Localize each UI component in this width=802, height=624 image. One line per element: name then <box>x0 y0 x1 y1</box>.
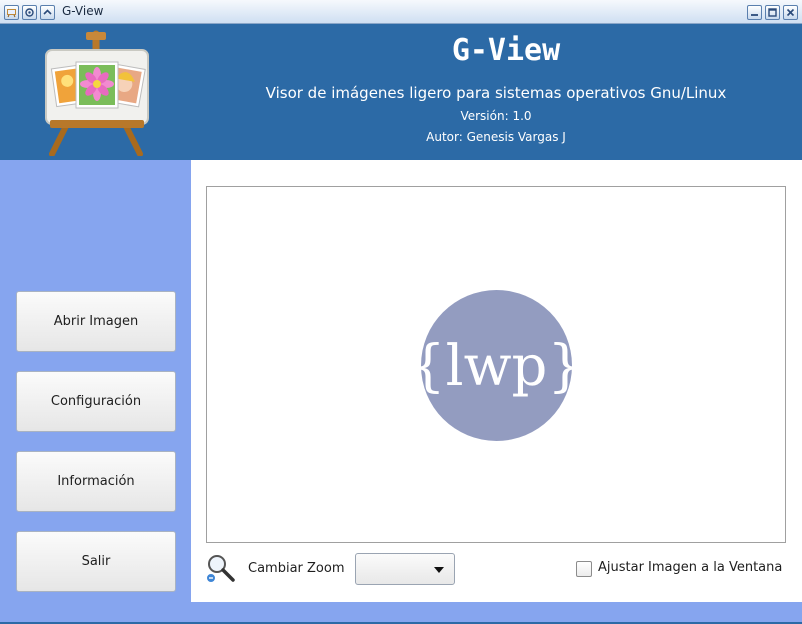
main-content: {lwp} Cambiar Zoom Ajustar Imagen a la V… <box>191 160 802 602</box>
exit-button[interactable]: Salir <box>16 531 176 592</box>
fit-to-window-label[interactable]: Ajustar Imagen a la Ventana <box>598 560 782 575</box>
lwp-logo: {lwp} <box>421 290 572 441</box>
app-subtitle: Visor de imágenes ligero para sistemas o… <box>265 84 727 102</box>
zoom-select[interactable] <box>355 553 455 585</box>
app-window: G-View G-View Visor de imágenes ligero p… <box>0 0 802 624</box>
zoom-label: Cambiar Zoom <box>248 561 345 576</box>
app-author: Autor: Genesis Vargas J <box>426 130 566 144</box>
close-icon[interactable] <box>783 4 798 20</box>
image-viewer[interactable]: {lwp} <box>206 186 786 543</box>
window-menu-icon[interactable] <box>4 4 19 20</box>
chevron-down-icon <box>434 567 444 573</box>
app-header: G-View Visor de imágenes ligero para sis… <box>0 24 802 160</box>
maximize-icon[interactable] <box>765 4 780 20</box>
bottom-band <box>191 602 802 622</box>
logo-text: {lwp} <box>421 334 572 399</box>
fit-to-window-checkbox[interactable] <box>576 561 592 577</box>
app-title: G-View <box>451 33 561 68</box>
sidebar: Abrir Imagen Configuración Información S… <box>0 160 191 622</box>
title-bar[interactable]: G-View <box>0 0 802 24</box>
title-bar-left-controls <box>4 4 55 20</box>
app-version: Versión: 1.0 <box>460 109 532 123</box>
pin-icon[interactable] <box>22 4 37 20</box>
minimize-icon[interactable] <box>747 4 762 20</box>
magnifier-icon <box>206 555 235 583</box>
open-image-button[interactable]: Abrir Imagen <box>16 291 176 352</box>
easel-picture-icon <box>45 30 149 156</box>
title-bar-right-controls <box>747 4 798 20</box>
shade-up-icon[interactable] <box>40 4 55 20</box>
settings-button[interactable]: Configuración <box>16 371 176 432</box>
info-button[interactable]: Información <box>16 451 176 512</box>
window-title: G-View <box>62 4 104 18</box>
